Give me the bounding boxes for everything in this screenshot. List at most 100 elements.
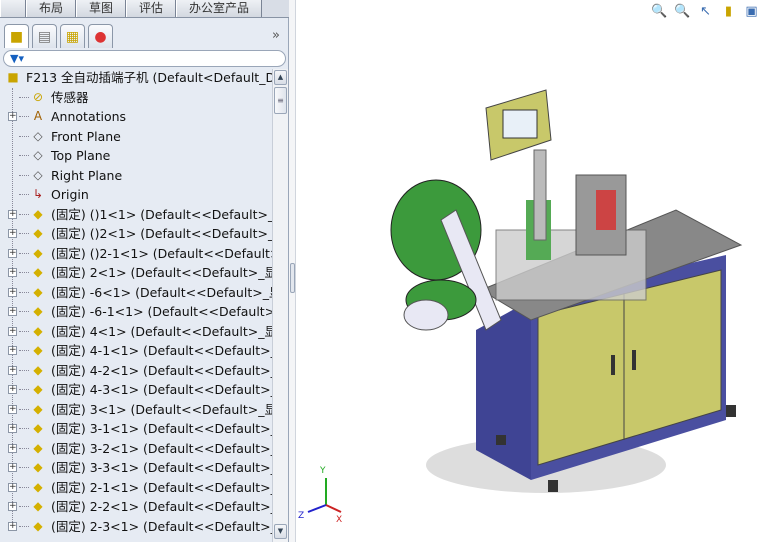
tab-partial[interactable] [0, 0, 26, 17]
component-label: (固定) 2-2<1> (Default<<Default>_显示 [51, 499, 272, 514]
component-label: (固定) -6-1<1> (Default<<Default>_显示 [51, 304, 272, 319]
expand-toggle[interactable]: + [8, 209, 17, 219]
tree-item-label: 传感器 [51, 89, 89, 105]
component-item[interactable]: + ◆ (固定) 3-1<1> (Default<<Default>_显示 [0, 419, 272, 438]
scroll-thumb[interactable]: ≡ [274, 87, 287, 114]
component-label: (固定) 4<1> (Default<<Default>_显示状 [51, 323, 272, 339]
graphics-area[interactable]: Y X Z [296, 0, 762, 542]
part-icon: ◆ [33, 284, 43, 299]
machine-model [390, 89, 743, 492]
filter-icon: ▼▾ [10, 52, 24, 65]
component-item[interactable]: + ◆ (固定) 4-3<1> (Default<<Default>_显示 [0, 380, 272, 399]
part-icon: ◆ [33, 206, 43, 221]
feature-manager-icon: ■ [9, 28, 24, 45]
tree-item[interactable]: ↳ Origin [0, 185, 89, 204]
feature-manager-tab[interactable]: ■ [4, 24, 29, 48]
plane-icon: ◇ [33, 167, 43, 182]
component-item[interactable]: + ◆ (固定) ()2<1> (Default<<Default>_显示状 [0, 224, 272, 243]
tree-scrollbar[interactable]: ▲ ≡ ▼ [272, 69, 288, 542]
component-item[interactable]: + ◆ (固定) 4-1<1> (Default<<Default>_显示 [0, 341, 272, 360]
tab-sketch[interactable]: 草图 [76, 0, 127, 17]
expand-toggle[interactable]: + [8, 365, 17, 375]
tree-root[interactable]: ■ F213 全自动插端子机 (Default<Default_Disp [0, 68, 272, 87]
tree-item[interactable]: ⊘ 传感器 [0, 88, 89, 107]
expand-toggle[interactable]: + [8, 287, 17, 297]
configuration-manager-tab[interactable]: ▦ [60, 24, 85, 48]
component-item[interactable]: + ◆ (固定) 3-3<1> (Default<<Default>_显示 [0, 458, 272, 477]
expand-toggle[interactable]: + [8, 482, 17, 492]
component-item[interactable]: + ◆ (固定) 2-3<1> (Default<<Default>_显示 [0, 517, 272, 536]
expand-toggle[interactable]: + [8, 326, 17, 336]
expand-toggle[interactable]: + [8, 385, 17, 394]
part-icon: ◆ [33, 440, 43, 455]
configuration-manager-icon: ▦ [65, 28, 80, 45]
part-icon: ◆ [33, 362, 43, 377]
tree-item[interactable]: ◇ Right Plane [0, 166, 122, 185]
scroll-down-button[interactable]: ▼ [274, 524, 287, 539]
more-tabs-button[interactable]: » [272, 28, 280, 43]
component-label: (固定) 4-3<1> (Default<<Default>_显示 [51, 382, 272, 397]
tree-item-label: Annotations [51, 109, 127, 124]
tree-item[interactable]: ◇ Front Plane [0, 127, 121, 146]
component-item[interactable]: + ◆ (固定) -6<1> (Default<<Default>_显示状 [0, 283, 272, 302]
component-label: (固定) 2-3<1> (Default<<Default>_显示 [51, 518, 272, 534]
tree-item-label: Right Plane [51, 167, 123, 183]
expand-toggle[interactable]: + [8, 443, 17, 453]
tab-office-products[interactable]: 办公室产品 [176, 0, 263, 17]
expand-toggle[interactable]: + [8, 268, 17, 277]
expand-toggle[interactable]: + [8, 229, 17, 238]
component-item[interactable]: + ◆ (固定) 2-2<1> (Default<<Default>_显示 [0, 497, 272, 516]
scroll-up-button[interactable]: ▲ [274, 70, 287, 85]
tree-item[interactable]: + A Annotations [0, 107, 126, 126]
expand-toggle[interactable]: + [8, 424, 17, 433]
expand-toggle[interactable]: + [8, 112, 17, 121]
assembly-icon: ■ [7, 70, 19, 84]
component-label: (固定) 3<1> (Default<<Default>_显示状 [51, 401, 272, 417]
display-manager-tab[interactable]: ● [88, 24, 113, 48]
component-label: (固定) -6<1> (Default<<Default>_显示状 [51, 284, 272, 300]
tree-item[interactable]: ◇ Top Plane [0, 146, 110, 165]
component-item[interactable]: + ◆ (固定) 3<1> (Default<<Default>_显示状 [0, 400, 272, 419]
property-manager-icon: ▤ [37, 28, 52, 45]
plane-icon: ◇ [33, 128, 43, 143]
component-label: (固定) 3-3<1> (Default<<Default>_显示 [51, 460, 272, 475]
triad-x-label: X [336, 515, 342, 525]
part-icon: ◆ [33, 499, 43, 513]
component-item[interactable]: + ◆ (固定) 4<1> (Default<<Default>_显示状 [0, 322, 272, 341]
property-manager-tab[interactable]: ▤ [32, 24, 57, 48]
part-icon: ◆ [33, 401, 43, 416]
command-manager-tabs: 布局 草图 评估 办公室产品 [0, 0, 289, 18]
display-manager-icon: ● [94, 28, 107, 45]
panel-splitter[interactable] [289, 0, 296, 542]
coordinate-triad: Y X Z [298, 466, 342, 525]
tree-item-label: Front Plane [51, 128, 121, 144]
expand-toggle[interactable]: + [8, 502, 17, 511]
part-icon: ◆ [33, 343, 43, 357]
tab-layout[interactable]: 布局 [26, 0, 77, 17]
component-item[interactable]: + ◆ (固定) 2-1<1> (Default<<Default>_显示 [0, 478, 272, 497]
expand-toggle[interactable]: + [8, 521, 17, 531]
part-icon: ◆ [33, 421, 43, 435]
tree-root-label: F213 全自动插端子机 (Default<Default_Disp [26, 70, 272, 85]
part-icon: ◆ [33, 245, 43, 260]
expand-toggle[interactable]: + [8, 404, 17, 414]
component-item[interactable]: + ◆ (固定) 2<1> (Default<<Default>_显示状 [0, 263, 272, 282]
tab-evaluate[interactable]: 评估 [126, 0, 177, 17]
expand-toggle[interactable]: + [8, 248, 17, 258]
part-icon: ◆ [33, 265, 43, 279]
component-item[interactable]: + ◆ (固定) -6-1<1> (Default<<Default>_显示 [0, 302, 272, 321]
component-label: (固定) 4-1<1> (Default<<Default>_显示 [51, 343, 272, 358]
triad-z-label: Z [298, 511, 304, 521]
filter-input[interactable]: ▼▾ [3, 50, 286, 67]
feature-manager-panel: 布局 草图 评估 办公室产品 ■ ▤ ▦ ● » ▼▾ ■ F213 全自动插端… [0, 0, 289, 542]
expand-toggle[interactable]: + [8, 463, 17, 472]
component-item[interactable]: + ◆ (固定) ()2-1<1> (Default<<Default>_显示 [0, 244, 272, 263]
component-label: (固定) 3-2<1> (Default<<Default>_显示 [51, 440, 272, 456]
expand-toggle[interactable]: + [8, 307, 17, 316]
component-item[interactable]: + ◆ (固定) 3-2<1> (Default<<Default>_显示 [0, 439, 272, 458]
splitter-grip[interactable] [290, 263, 295, 293]
annotations-icon: A [33, 109, 43, 123]
component-item[interactable]: + ◆ (固定) 4-2<1> (Default<<Default>_显示 [0, 361, 272, 380]
component-item[interactable]: + ◆ (固定) ()1<1> (Default<<Default>_显示状 [0, 205, 272, 224]
expand-toggle[interactable]: + [8, 346, 17, 355]
